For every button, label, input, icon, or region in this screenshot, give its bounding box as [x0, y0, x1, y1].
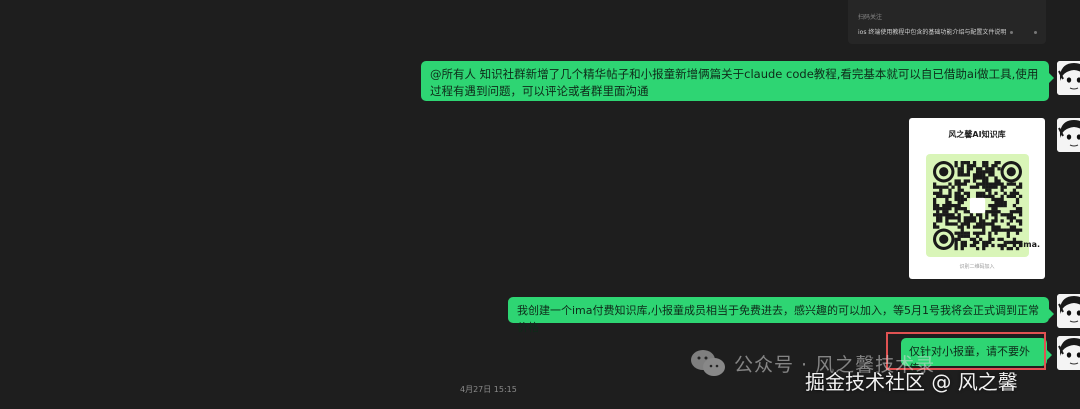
- manga-face-avatar-icon: [1057, 118, 1080, 152]
- manga-face-avatar-icon: [1057, 61, 1080, 95]
- wechat-logo-icon: [691, 350, 725, 376]
- avatar[interactable]: [1057, 336, 1080, 370]
- link-card-source: 扫码关注: [858, 14, 883, 21]
- message-timestamp: 4月27日 15:15: [460, 385, 517, 394]
- chat-window: 扫码关注 ios 终端使用教程中包含的基础功能介绍与配置文件说明 @所有人 知识…: [0, 0, 1080, 409]
- qr-footer: 识别二维码加入: [959, 264, 995, 270]
- link-card-dot: [1034, 31, 1037, 34]
- ima-logo: ima.: [1020, 240, 1040, 249]
- qr-code-image-message[interactable]: 风之馨AI知识库 ima. 识别二维码加入: [909, 118, 1045, 279]
- message-bubble[interactable]: 我创建一个ima付费知识库,小报童成员相当于免费进去，感兴趣的可以加入，等5月1…: [508, 297, 1054, 334]
- qr-code: [926, 154, 1029, 257]
- message-bubble[interactable]: @所有人 知识社群新增了几个精华帖子和小报童新增俩篇关于claude code教…: [421, 61, 1054, 101]
- message-text: @所有人 知识社群新增了几个精华帖子和小报童新增俩篇关于claude code教…: [430, 67, 1039, 98]
- qr-title: 风之馨AI知识库: [948, 130, 1006, 139]
- message-text: 我创建一个ima付费知识库,小报童成员相当于免费进去，感兴趣的可以加入，等5月1…: [517, 304, 1040, 334]
- juejin-watermark: 掘金技术社区 @ 风之馨: [805, 370, 1018, 394]
- manga-face-avatar-icon: [1057, 294, 1080, 328]
- avatar[interactable]: [1057, 118, 1080, 152]
- avatar[interactable]: [1057, 61, 1080, 95]
- link-card-dot: [1010, 31, 1013, 34]
- qr-code-icon: [933, 161, 1023, 251]
- link-preview-card[interactable]: 扫码关注 ios 终端使用教程中包含的基础功能介绍与配置文件说明: [848, 0, 1046, 44]
- avatar[interactable]: [1057, 294, 1080, 328]
- manga-face-avatar-icon: [1057, 336, 1080, 370]
- link-card-title: ios 终端使用教程中包含的基础功能介绍与配置文件说明: [858, 29, 1007, 36]
